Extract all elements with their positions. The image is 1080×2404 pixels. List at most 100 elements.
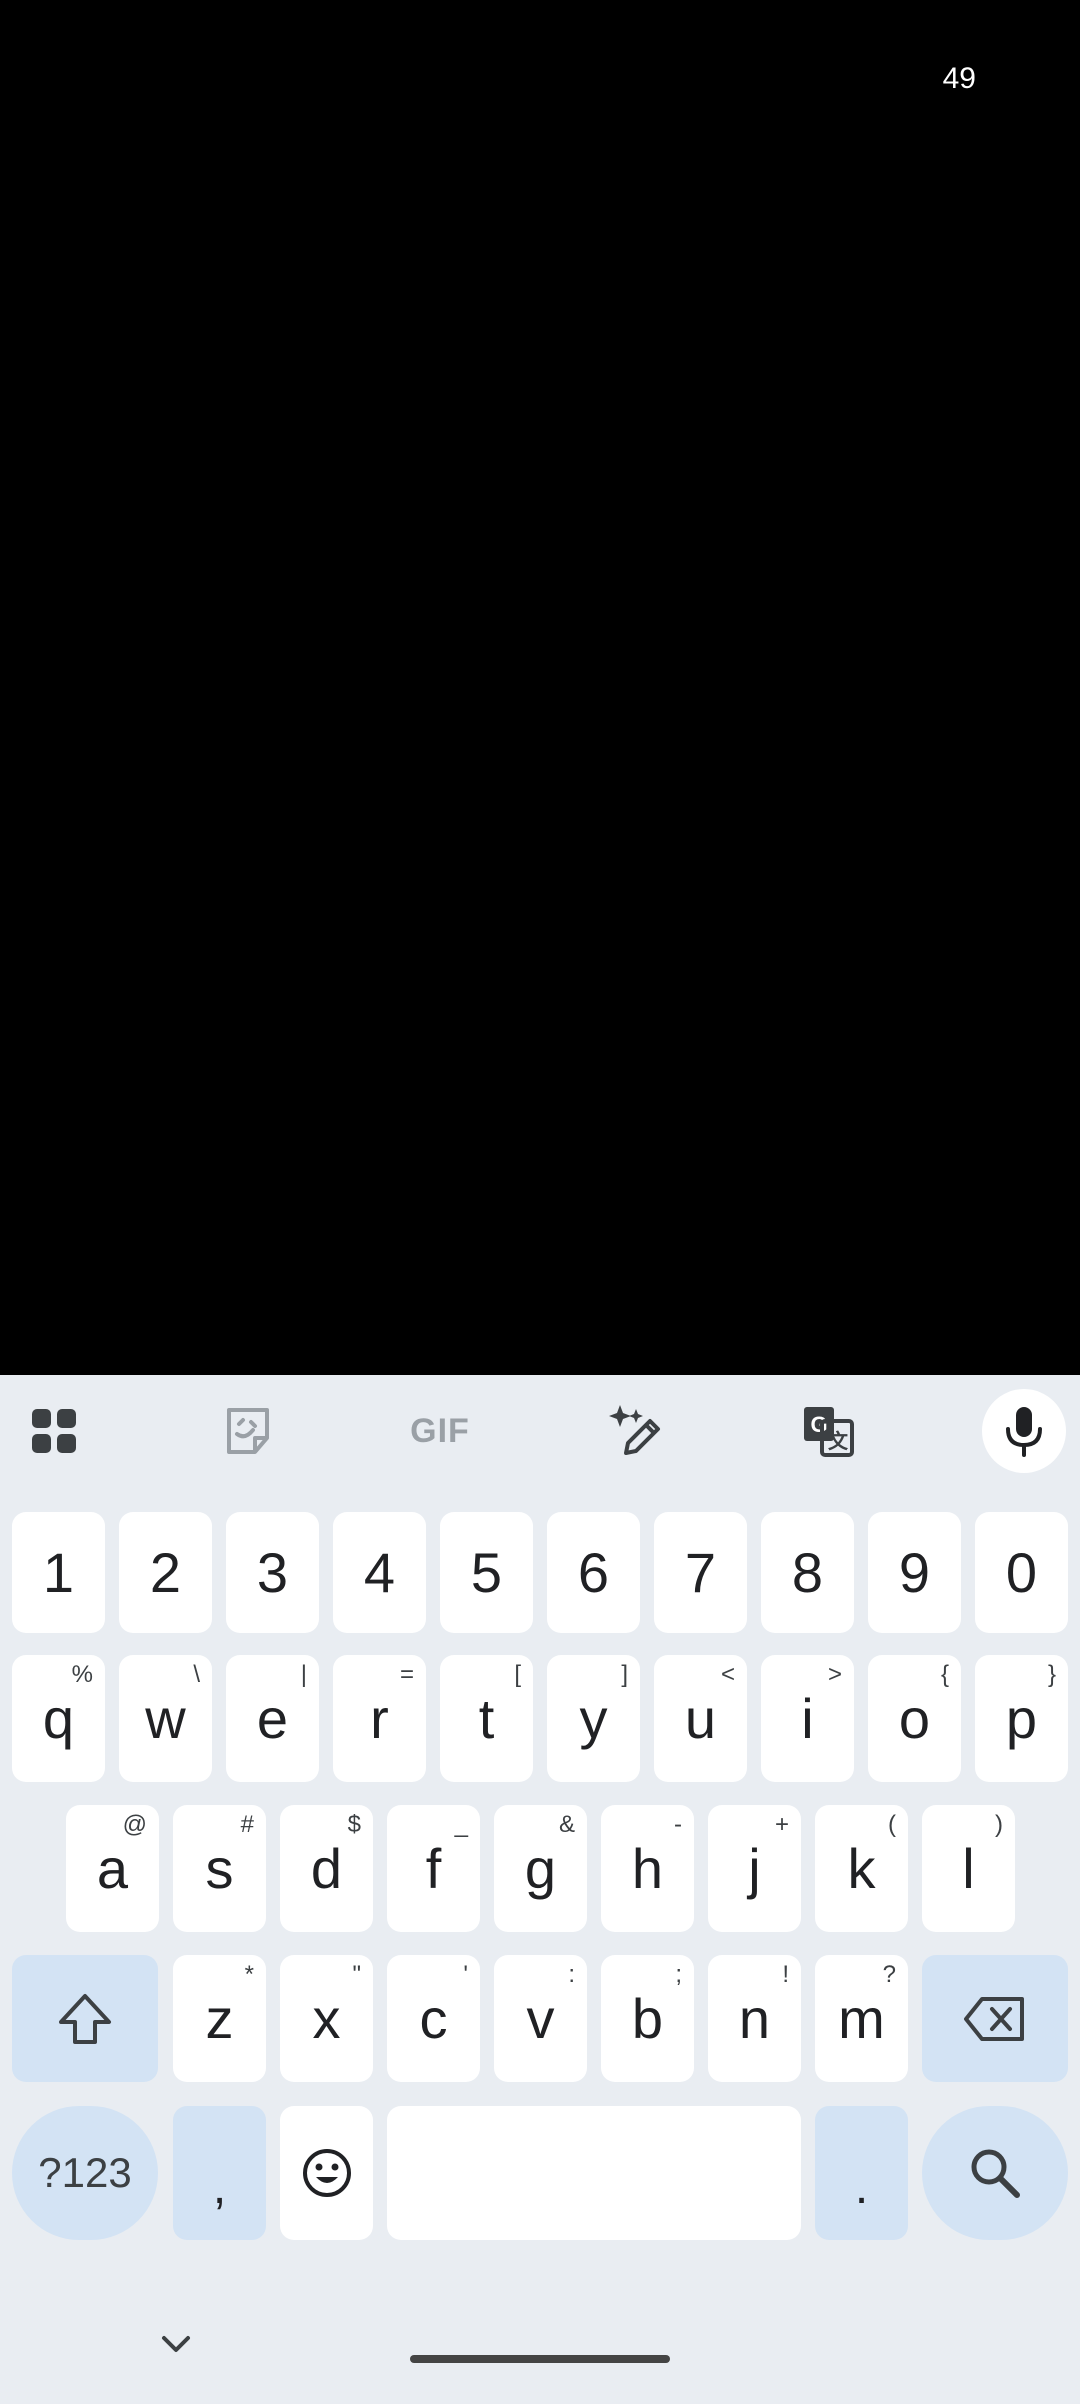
symbols-key[interactable]: ?123 [12,2106,158,2240]
key-4[interactable]: 4 [333,1512,426,1633]
shift-key[interactable] [12,1955,158,2082]
key-u[interactable]: u < [654,1655,747,1782]
key-hint: : [568,1961,575,1988]
key-2[interactable]: 2 [119,1512,212,1633]
key-x[interactable]: x " [280,1955,373,2082]
comma-key[interactable]: , [173,2106,266,2240]
navigation-handle[interactable] [410,2355,670,2363]
key-o[interactable]: o{ [868,1655,961,1782]
key-6[interactable]: 6 [547,1512,640,1633]
key-r[interactable]: r = [333,1655,426,1782]
key-a[interactable]: a @ [66,1805,159,1932]
key-label: p [1005,1687,1038,1750]
translate-icon[interactable]: G 文 [790,1393,866,1469]
emoji-key[interactable] [280,2106,373,2240]
key-label: b [631,1987,664,2050]
key-hint: % [71,1661,93,1688]
svg-text:文: 文 [828,1429,849,1453]
key-label: t [478,1687,495,1750]
key-v[interactable]: v: [494,1955,587,2082]
key-hint: { [940,1661,949,1688]
key-label: l [962,1837,975,1900]
key-label: a [96,1837,129,1900]
key-label: h [631,1837,664,1900]
key-hint: " [352,1961,361,1988]
key-label: j [748,1837,761,1900]
key-i[interactable]: i > [761,1655,854,1782]
key-hint: ) [995,1811,1003,1838]
gif-label: GIF [410,1411,470,1450]
voice-input-button[interactable] [982,1389,1066,1473]
mic-icon [1006,1407,1042,1457]
key-hint: # [240,1811,254,1838]
key-hint: | [300,1661,307,1688]
search-key[interactable] [922,2106,1068,2240]
key-label: o [898,1687,931,1750]
space-bar[interactable] [387,2106,801,2240]
sticker-icon[interactable] [210,1393,286,1469]
key-label: z [205,1987,234,2050]
shift-icon [59,1993,111,2044]
key-p[interactable]: p} [975,1655,1068,1782]
key-hint: ( [888,1811,896,1838]
key-q[interactable]: q% [12,1655,105,1782]
key-k[interactable]: k( [815,1805,908,1932]
search-icon [971,2149,1020,2198]
key-label: f [425,1837,442,1900]
key-7[interactable]: 7 [654,1512,747,1633]
symbols-label: ?123 [38,2149,132,2196]
key-t[interactable]: t[ [440,1655,533,1782]
emoji-icon [302,2149,351,2197]
key-z[interactable]: z * [173,1955,266,2082]
key-label: g [524,1837,557,1900]
key-label: v [526,1987,555,2050]
key-b[interactable]: b; [601,1955,694,2082]
key-hint: - [674,1811,682,1838]
keyboard-toolbar: GIF G 文 [0,1375,1080,1487]
key-g[interactable]: g & [494,1805,587,1932]
key-label: d [310,1837,343,1900]
backspace-key[interactable] [922,1955,1068,2082]
key-3[interactable]: 3 [226,1512,319,1633]
key-hint: $ [347,1811,361,1838]
gif-button[interactable]: GIF [402,1393,478,1469]
key-h[interactable]: h- [601,1805,694,1932]
key-hint: > [827,1661,842,1688]
key-c[interactable]: c ' [387,1955,480,2082]
key-j[interactable]: j + [708,1805,801,1932]
key-n[interactable]: n! [708,1955,801,2082]
key-hint: } [1047,1661,1056,1688]
hide-keyboard-chevron-icon[interactable] [158,2332,194,2356]
key-0[interactable]: 0 [975,1512,1068,1633]
key-hint: ; [675,1961,682,1988]
key-label: s [205,1837,234,1900]
svg-text:G: G [810,1412,827,1437]
key-hint: * [244,1961,254,1988]
key-hint: < [720,1661,735,1688]
key-hint: ' [463,1961,468,1988]
comma-label: , [212,2160,227,2214]
key-label: i [801,1687,814,1750]
key-l[interactable]: l) [922,1805,1015,1932]
period-key[interactable]: . [815,2106,908,2240]
key-label: x [312,1987,341,2050]
key-d[interactable]: d $ [280,1805,373,1932]
key-9[interactable]: 9 [868,1512,961,1633]
key-e[interactable]: e | [226,1655,319,1782]
key-label: c [419,1987,448,2050]
key-label: u [684,1687,717,1750]
key-s[interactable]: s # [173,1805,266,1932]
key-w[interactable]: w \ [119,1655,212,1782]
key-label: w [145,1687,186,1750]
key-y[interactable]: y] [547,1655,640,1782]
key-8[interactable]: 8 [761,1512,854,1633]
key-hint: ? [882,1961,896,1988]
key-1[interactable]: 1 [12,1512,105,1633]
backspace-icon [964,1996,1024,2041]
key-m[interactable]: m? [815,1955,908,2082]
key-hint: [ [514,1661,521,1688]
magic-write-icon[interactable] [596,1393,672,1469]
key-5[interactable]: 5 [440,1512,533,1633]
key-f[interactable]: f _ [387,1805,480,1932]
apps-grid-icon[interactable] [16,1393,92,1469]
